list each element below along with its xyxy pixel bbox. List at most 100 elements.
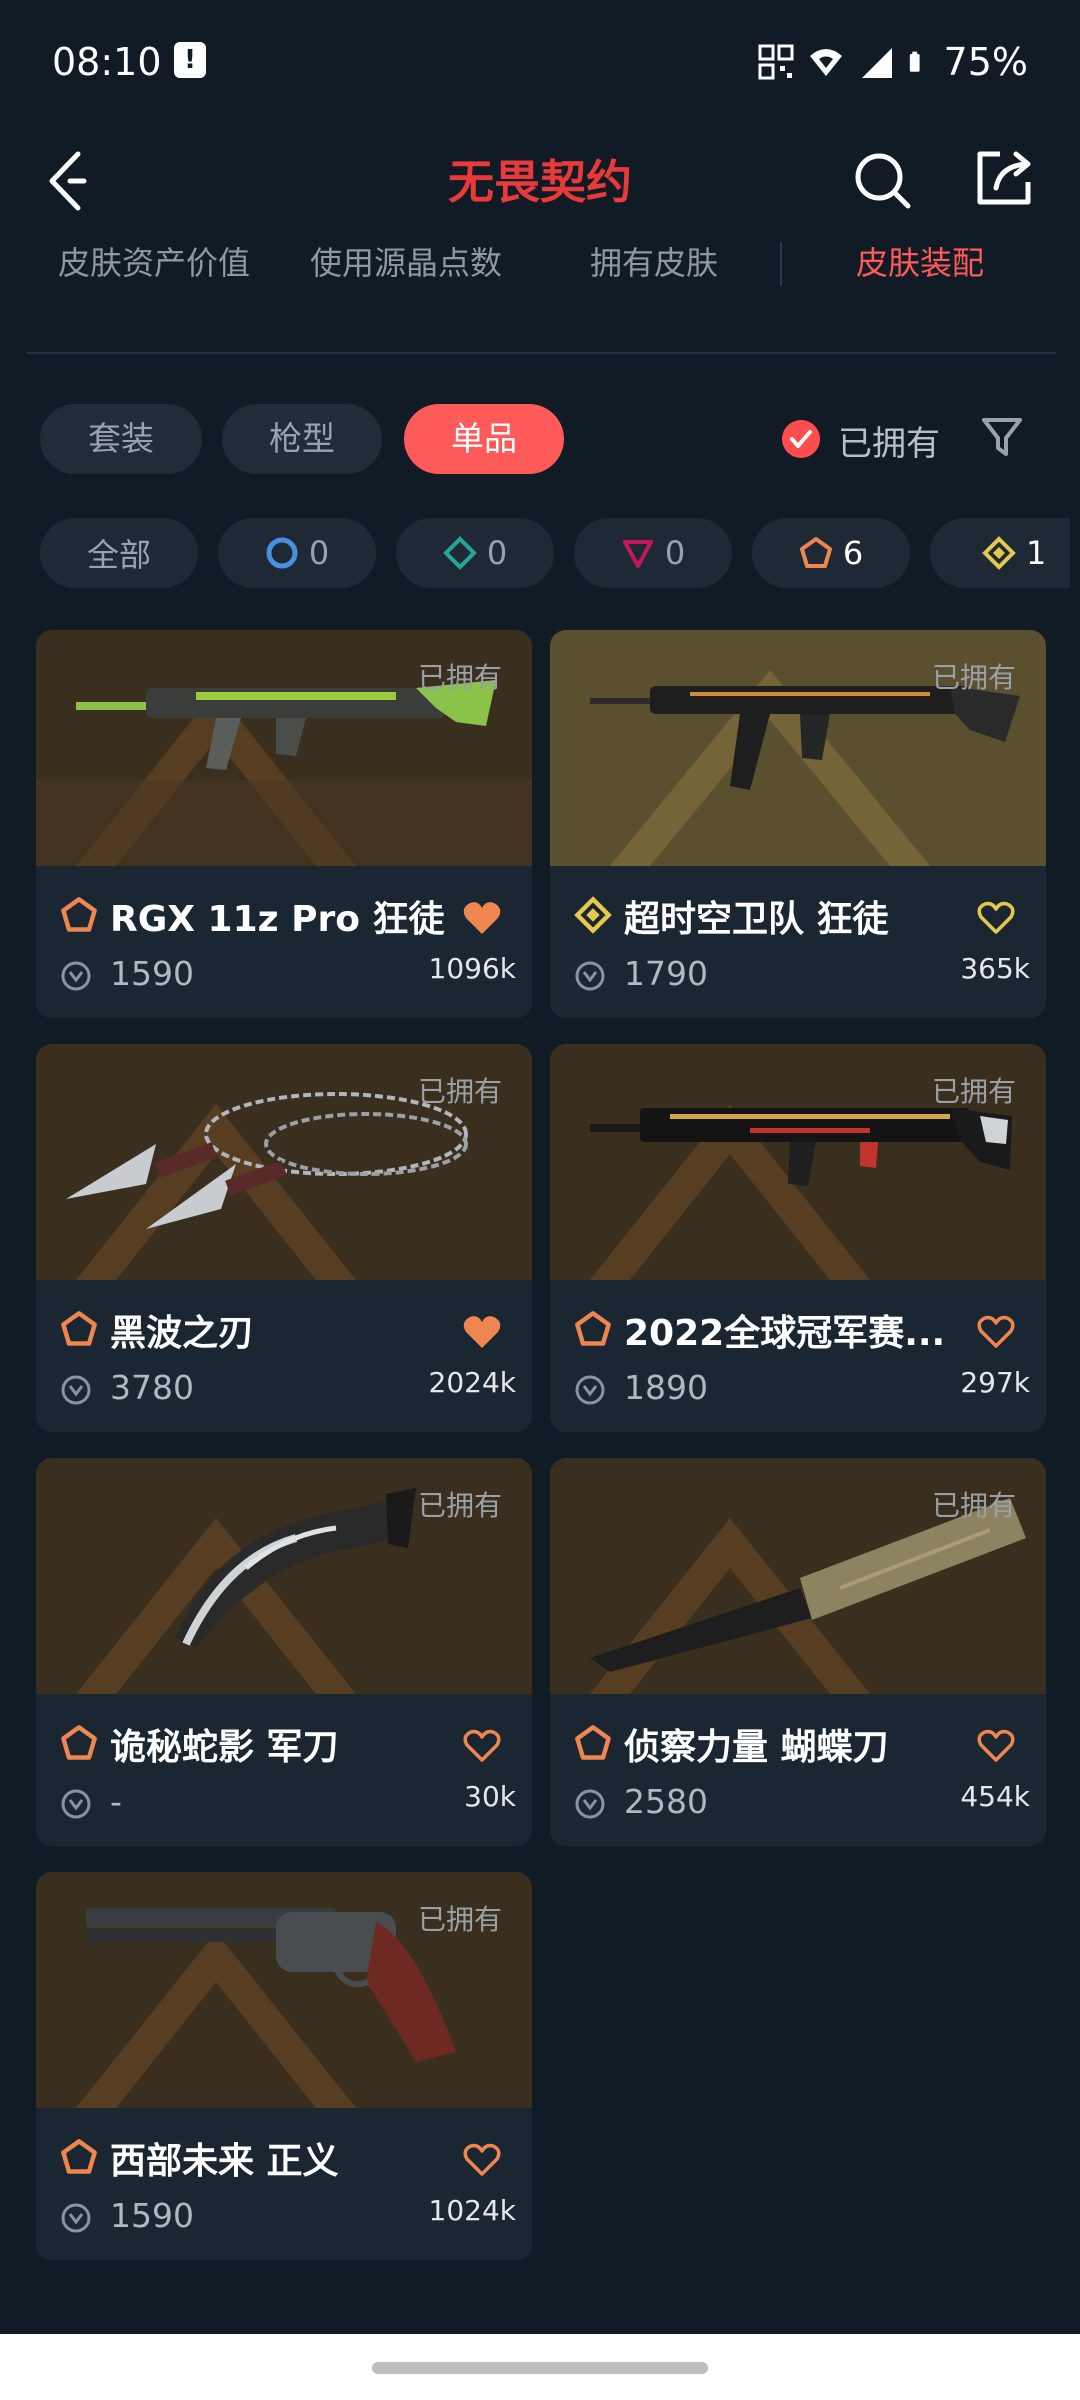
- owned-checkbox[interactable]: [782, 420, 820, 458]
- home-indicator[interactable]: [372, 2362, 708, 2374]
- alert-notification-icon: !: [174, 42, 206, 78]
- status-bar: 08:10 ! 75%: [0, 0, 1080, 120]
- valorant-points-icon: [61, 1789, 91, 1819]
- skin-name: 侦察力量 蝴蝶刀: [624, 1727, 889, 1768]
- skin-card[interactable]: 已拥有 RGX 11z Pro 狂徒 1590 1096k: [36, 630, 532, 1018]
- deluxe-tier-icon: [442, 536, 477, 570]
- tab-skin-value[interactable]: 皮肤资产价值: [58, 238, 250, 284]
- app-logo: 无畏契约: [448, 155, 632, 208]
- valorant-points-icon: [575, 1789, 605, 1819]
- rarity-chip-label: 全部: [86, 536, 151, 574]
- skin-name: 诡秘蛇影 军刀: [110, 1727, 339, 1768]
- skin-price: 1790: [624, 954, 708, 993]
- skin-likes: 1024k: [428, 2194, 516, 2227]
- tab-owned-skins[interactable]: 拥有皮肤: [590, 238, 718, 284]
- owned-tag: 已拥有: [417, 1489, 502, 1522]
- skin-card[interactable]: 已拥有 诡秘蛇影 军刀 - 30k: [36, 1458, 532, 1846]
- skin-card-info: 侦察力量 蝴蝶刀 2580 454k: [550, 1694, 1046, 1846]
- rarity-chip-count: 0: [664, 534, 686, 572]
- skin-card-info: 黑波之刃 3780 2024k: [36, 1280, 532, 1432]
- tab-skin-loadout[interactable]: 皮肤装配: [856, 238, 984, 284]
- ultra-tier-icon: [982, 536, 1016, 570]
- select-tier-icon: [266, 537, 298, 569]
- exclusive-tier-icon: [61, 1725, 97, 1760]
- header-divider: [26, 352, 1056, 354]
- skin-price: 1590: [110, 2196, 194, 2235]
- heart-outline-icon[interactable]: [976, 1728, 1016, 1764]
- rarity-chip-count: 6: [842, 534, 864, 572]
- rarity-chip-select[interactable]: 0: [218, 518, 376, 588]
- wifi-icon: [809, 49, 842, 76]
- rarity-chip-all[interactable]: 全部: [40, 518, 198, 588]
- skin-card-info: 超时空卫队 狂徒 1790 365k: [550, 866, 1046, 1018]
- search-icon[interactable]: [852, 150, 912, 210]
- skin-price: 1590: [110, 954, 194, 993]
- heart-outline-icon[interactable]: [462, 2142, 502, 2178]
- category-weapon-type-pill[interactable]: 枪型: [222, 404, 382, 474]
- skin-name: 超时空卫队 狂徒: [624, 899, 889, 940]
- premium-tier-icon: [622, 540, 653, 568]
- skin-price: 1890: [624, 1368, 708, 1407]
- owned-tag: 已拥有: [931, 1489, 1016, 1522]
- tab-divider: [780, 242, 782, 286]
- skin-card[interactable]: 已拥有 西部未来 正义 1590 1024k: [36, 1872, 532, 2260]
- skin-likes: 1096k: [428, 952, 516, 985]
- skin-likes: 297k: [960, 1366, 1030, 1399]
- valorant-points-icon: [575, 961, 605, 991]
- owned-tag: 已拥有: [931, 1075, 1016, 1108]
- owned-filter-label[interactable]: 已拥有: [838, 416, 940, 465]
- back-icon[interactable]: [44, 148, 92, 214]
- svg-text:无畏契约: 无畏契约: [448, 155, 632, 208]
- rarity-chip-count: 1: [1026, 534, 1047, 572]
- rarity-chip-exclusive[interactable]: 6: [752, 518, 910, 588]
- status-icons: 75%: [758, 40, 1028, 84]
- top-tabs: 皮肤资产价值 使用源晶点数 拥有皮肤 皮肤装配: [0, 238, 1080, 296]
- share-icon[interactable]: [974, 148, 1036, 208]
- exclusive-tier-icon: [575, 1311, 611, 1346]
- exclusive-tier-icon: [61, 2139, 97, 2174]
- skin-name: 2022全球冠军赛...: [624, 1313, 946, 1354]
- status-time: 08:10: [52, 40, 162, 84]
- skin-likes: 365k: [960, 952, 1030, 985]
- skin-name: RGX 11z Pro 狂徒: [110, 899, 445, 940]
- rarity-chip-count: 0: [308, 534, 330, 572]
- skin-card-info: 诡秘蛇影 军刀 - 30k: [36, 1694, 532, 1846]
- skin-card-info: 2022全球冠军赛... 1890 297k: [550, 1280, 1046, 1432]
- rarity-chip-ultra[interactable]: 1: [930, 518, 1070, 588]
- heart-outline-icon[interactable]: [976, 900, 1016, 936]
- skin-card[interactable]: 已拥有 2022全球冠军赛... 1890 297k: [550, 1044, 1046, 1432]
- skin-likes: 2024k: [428, 1366, 516, 1399]
- skin-price: -: [110, 1782, 122, 1821]
- category-single-item-pill[interactable]: 单品: [404, 404, 564, 474]
- owned-tag: 已拥有: [417, 1075, 502, 1108]
- tab-radianite-points[interactable]: 使用源晶点数: [310, 238, 502, 284]
- filter-funnel-icon[interactable]: [980, 414, 1024, 460]
- rarity-chip-premium[interactable]: 0: [574, 518, 732, 588]
- owned-tag: 已拥有: [931, 661, 1016, 694]
- exclusive-tier-icon: [61, 1311, 97, 1346]
- heart-outline-icon[interactable]: [462, 1728, 502, 1764]
- skin-name: 西部未来 正义: [110, 2141, 339, 2182]
- signal-icon: [861, 48, 892, 78]
- battery-icon: [909, 51, 920, 72]
- exclusive-tier-icon: [575, 1725, 611, 1760]
- skin-name: 黑波之刃: [110, 1313, 255, 1354]
- category-bundle-pill[interactable]: 套装: [40, 404, 202, 474]
- skin-price: 3780: [110, 1368, 194, 1407]
- rarity-chip-count: 0: [486, 534, 508, 572]
- valorant-points-icon: [61, 1375, 91, 1405]
- heart-filled-icon[interactable]: [462, 1314, 502, 1350]
- owned-tag: 已拥有: [417, 1903, 502, 1936]
- exclusive-tier-icon: [799, 537, 832, 568]
- valorant-points-icon: [575, 1375, 605, 1405]
- skin-card[interactable]: 已拥有 黑波之刃 3780 2024k: [36, 1044, 532, 1432]
- skin-card[interactable]: 已拥有 超时空卫队 狂徒 1790 365k: [550, 630, 1046, 1018]
- skin-card-info: RGX 11z Pro 狂徒 1590 1096k: [36, 866, 532, 1018]
- skin-card-info: 西部未来 正义 1590 1024k: [36, 2108, 532, 2260]
- rarity-chip-deluxe[interactable]: 0: [396, 518, 554, 588]
- battery-percent: 75%: [943, 40, 1028, 84]
- heart-outline-icon[interactable]: [976, 1314, 1016, 1350]
- qr-status-icon: [758, 44, 794, 80]
- skin-card[interactable]: 已拥有 侦察力量 蝴蝶刀 2580 454k: [550, 1458, 1046, 1846]
- heart-filled-icon[interactable]: [462, 900, 502, 936]
